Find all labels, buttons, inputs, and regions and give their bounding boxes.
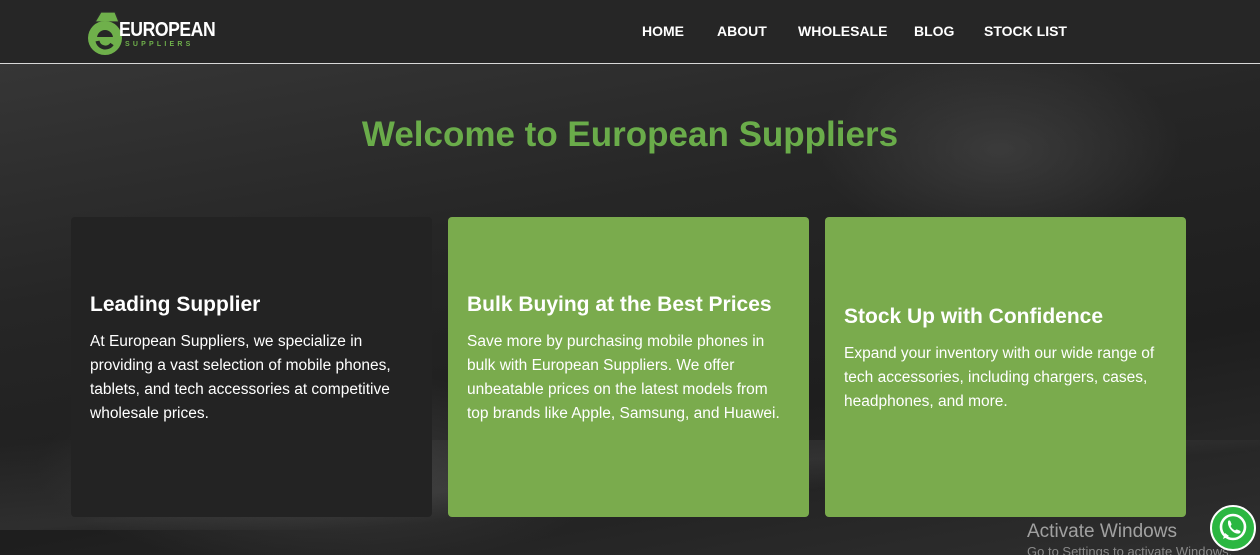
nav-link-stock-list[interactable]: STOCK LIST <box>984 23 1067 39</box>
card-text: At European Suppliers, we specialize in … <box>90 333 391 422</box>
activate-windows-subtext: Go to Settings to activate Windows. <box>1027 544 1233 555</box>
feature-card-bulk-buying: Bulk Buying at the Best Prices Save more… <box>448 217 809 517</box>
feature-card-stock-up: Stock Up with Confidence Expand your inv… <box>825 217 1186 517</box>
nav-link-wholesale[interactable]: WHOLESALE <box>798 23 887 39</box>
logo-wordmark: EUROPEAN <box>119 19 216 41</box>
card-title: Bulk Buying at the Best Prices <box>467 293 772 316</box>
card-title: Leading Supplier <box>90 293 261 316</box>
nav-link-about[interactable]: ABOUT <box>717 23 767 39</box>
card-text: Expand your inventory with our wide rang… <box>844 345 1155 410</box>
whatsapp-icon <box>1219 513 1247 541</box>
card-title: Stock Up with Confidence <box>844 305 1104 328</box>
whatsapp-chat-button[interactable] <box>1210 505 1256 551</box>
card-text: Save more by purchasing mobile phones in… <box>467 333 780 422</box>
nav-link-blog[interactable]: BLOG <box>914 23 954 39</box>
nav-link-home[interactable]: HOME <box>642 23 684 39</box>
logo-tagline: SUPPLIERS <box>125 41 194 48</box>
feature-card-leading-supplier: Leading Supplier At European Suppliers, … <box>71 217 432 517</box>
page-title: Welcome to European Suppliers <box>361 115 899 154</box>
site-logo[interactable]: EUROPEAN SUPPLIERS <box>85 8 216 56</box>
activate-windows-watermark: Activate Windows <box>1027 521 1177 542</box>
site-header: EUROPEAN SUPPLIERS HOME ABOUT WHOLESALE … <box>0 0 1260 64</box>
